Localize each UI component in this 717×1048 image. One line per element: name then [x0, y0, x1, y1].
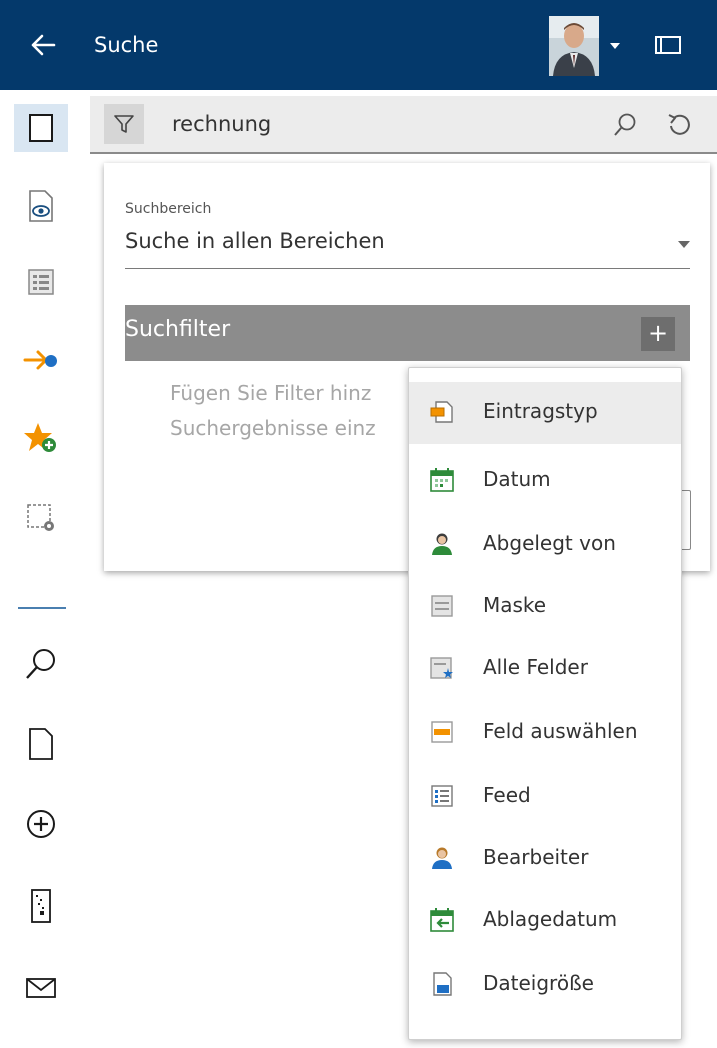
account-dropdown-caret[interactable] — [608, 38, 622, 52]
menu-item-abgelegt-von[interactable]: Abgelegt von — [409, 514, 681, 576]
caret-down-icon — [678, 241, 690, 248]
menu-item-dateigroesse[interactable]: Dateigröße — [409, 954, 681, 1016]
sidebar-item-preview[interactable] — [14, 182, 68, 230]
sidebar-item-add-favorite[interactable] — [14, 414, 68, 462]
filter-hint-line-2: Suchergebnisse einz — [170, 416, 376, 440]
filter-toggle-button[interactable] — [104, 104, 144, 144]
selection-gear-icon — [27, 504, 54, 531]
caret-down-icon — [610, 43, 620, 49]
reset-search-button[interactable] — [662, 108, 696, 142]
scope-select[interactable]: Suche in allen Bereichen — [125, 225, 690, 269]
calendar-icon — [430, 468, 454, 492]
arrow-goto-icon — [23, 350, 57, 370]
menu-item-label: Eintragstyp — [483, 399, 598, 423]
document-eye-icon — [29, 190, 53, 222]
menu-item-label: Maske — [483, 593, 547, 617]
filter-hint-line-1: Fügen Sie Filter hinz — [170, 381, 372, 405]
filter-hint-text: Fügen Sie Filter hinz Suchergebnisse ein… — [170, 376, 410, 446]
file-size-icon — [433, 972, 452, 996]
document-frame-icon — [29, 114, 53, 142]
funnel-icon — [114, 115, 134, 133]
menu-item-label: Dateigröße — [483, 971, 594, 995]
menu-item-ablagedatum[interactable]: Ablagedatum — [409, 890, 681, 952]
refresh-icon — [668, 114, 690, 135]
sidebar-item-barcode[interactable] — [14, 882, 68, 930]
list-icon — [28, 269, 54, 295]
menu-item-alle-felder[interactable]: Alle Felder — [409, 638, 681, 700]
user-blue-icon — [432, 847, 452, 869]
entry-type-icon — [430, 401, 453, 423]
all-fields-icon — [430, 657, 453, 679]
menu-item-label: Ablagedatum — [483, 907, 618, 931]
blank-document-icon — [29, 728, 53, 760]
page-title: Suche — [94, 33, 159, 57]
menu-item-datum[interactable]: Datum — [409, 450, 681, 512]
panel-icon — [655, 36, 681, 54]
filing-date-icon — [430, 908, 454, 932]
plus-circle-icon — [27, 810, 55, 838]
menu-item-feed[interactable]: Feed — [409, 766, 681, 828]
sidebar-item-document-view[interactable] — [14, 104, 68, 152]
feed-icon — [431, 785, 453, 807]
icon-sidebar — [0, 90, 85, 1048]
menu-item-label: Datum — [483, 467, 551, 491]
select-field-icon — [431, 721, 453, 743]
mask-icon — [431, 595, 453, 617]
search-bar — [90, 96, 717, 154]
menu-item-feld-auswaehlen[interactable]: Feld auswählen — [409, 702, 681, 764]
search-filter-title: Suchfilter — [125, 317, 231, 342]
scope-value: Suche in allen Bereichen — [125, 229, 385, 253]
user-green-icon — [432, 533, 452, 555]
sidebar-item-search[interactable] — [14, 640, 68, 688]
menu-item-label: Alle Felder — [483, 655, 588, 679]
menu-item-maske[interactable]: Maske — [409, 576, 681, 638]
add-filter-button[interactable]: + — [641, 317, 675, 351]
envelope-icon — [26, 978, 56, 998]
sidebar-divider — [18, 607, 66, 609]
star-add-icon — [24, 423, 56, 452]
sidebar-item-selection-settings[interactable] — [14, 494, 68, 542]
sidebar-item-new-document[interactable] — [14, 720, 68, 768]
app-header: Suche — [0, 0, 717, 90]
barcode-document-icon — [31, 889, 51, 923]
user-photo — [549, 16, 599, 76]
menu-item-bearbeiter[interactable]: Bearbeiter — [409, 828, 681, 890]
menu-item-label: Feed — [483, 783, 531, 807]
avatar[interactable] — [549, 16, 599, 76]
toggle-panel-button[interactable] — [652, 30, 684, 60]
sidebar-item-add[interactable] — [14, 800, 68, 848]
sidebar-item-list[interactable] — [14, 258, 68, 306]
menu-item-eintragstyp[interactable]: Eintragstyp — [409, 382, 681, 444]
filter-type-menu: Eintragstyp Datum Abgelegt von Maske All… — [408, 367, 682, 1040]
scope-label: Suchbereich — [125, 201, 212, 217]
back-button[interactable] — [28, 30, 58, 60]
menu-item-label: Bearbeiter — [483, 845, 589, 869]
search-submit-button[interactable] — [608, 108, 642, 142]
sidebar-item-goto[interactable] — [14, 336, 68, 384]
menu-item-label: Abgelegt von — [483, 531, 616, 555]
search-icon — [614, 113, 636, 136]
arrow-left-icon — [31, 34, 56, 56]
search-input[interactable] — [172, 106, 592, 142]
search-icon — [26, 649, 55, 679]
menu-item-label: Feld auswählen — [483, 719, 638, 743]
sidebar-item-mail[interactable] — [14, 964, 68, 1012]
search-filter-header: Suchfilter + — [125, 305, 690, 361]
